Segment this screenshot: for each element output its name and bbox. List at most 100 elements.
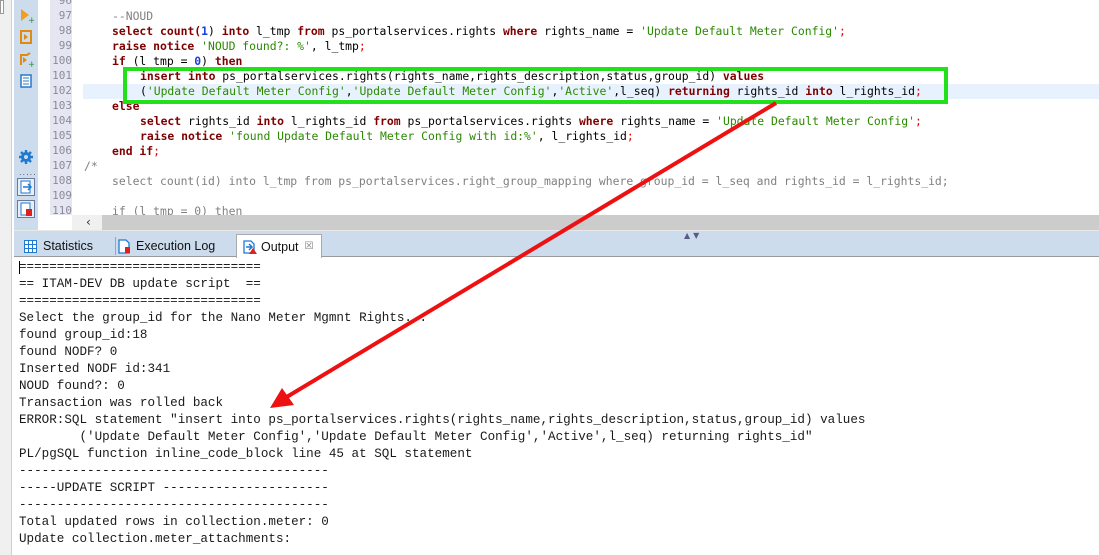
close-tab-icon[interactable]: ☒ xyxy=(305,241,314,252)
results-tab-bar: Statistics Execution Log Output ☒ ▲▼ xyxy=(14,230,1099,258)
token: ps_portalservices.rights(rights_name,rig… xyxy=(215,69,723,83)
line-number: 96 xyxy=(58,0,72,7)
code-line-101: insert into ps_portalservices.rights(rig… xyxy=(140,69,764,84)
tab-label: Execution Log xyxy=(136,239,216,253)
output-line: Update collection.meter_attachments: xyxy=(19,532,292,546)
token: from xyxy=(297,24,325,38)
token: returning xyxy=(668,84,730,98)
output-line: == ITAM-DEV DB update script == xyxy=(19,277,261,291)
token: (l_tmp = xyxy=(125,54,195,68)
token: l_tmp xyxy=(249,24,298,38)
table-icon xyxy=(24,239,37,253)
token: where xyxy=(502,24,538,38)
output-line: Transaction was rolled back xyxy=(19,396,224,410)
output-line: PL/pgSQL function inline_code_block line… xyxy=(19,447,473,461)
token: 'found Update Default Meter Config with … xyxy=(229,129,538,143)
panel-minmax-control[interactable]: ▲▼ xyxy=(684,231,702,240)
output-line: -----UPDATE SCRIPT ---------------------… xyxy=(19,481,329,495)
token: rights_id xyxy=(181,114,257,128)
explain-plan-icon[interactable] xyxy=(17,72,35,90)
code-line-107: /* xyxy=(84,159,98,173)
line-number: 103 xyxy=(52,99,72,112)
line-number: 99 xyxy=(58,39,72,52)
line-number: 107 xyxy=(52,159,72,172)
tab-label: Output xyxy=(261,239,299,254)
token: , xyxy=(345,84,353,98)
maximize-panel-icon[interactable]: ▲ xyxy=(684,231,693,240)
settings-gear-icon[interactable] xyxy=(17,148,35,166)
export-output-icon[interactable] xyxy=(17,178,35,196)
tab-statistics[interactable]: Statistics xyxy=(20,235,116,257)
token: rights_name = xyxy=(613,114,717,128)
output-line: NOUD found?: 0 xyxy=(19,379,125,393)
output-line: ----------------------------------------… xyxy=(19,464,329,478)
token: 'NOUD found?: %' xyxy=(201,39,311,53)
error-line: ('Update Default Meter Config','Update D… xyxy=(19,430,813,444)
execute-script-icon[interactable] xyxy=(17,28,35,46)
token: ; xyxy=(914,84,922,98)
token: raise notice xyxy=(140,129,223,143)
token: select xyxy=(140,114,182,128)
line-number: 97 xyxy=(58,9,72,22)
output-line: Select the group_id for the Nano Meter M… xyxy=(19,311,428,325)
code-line-106: end if; xyxy=(112,144,160,159)
output-line: ================================ xyxy=(19,294,261,308)
minimize-panel-icon[interactable]: ▼ xyxy=(693,231,702,240)
token: 1 xyxy=(201,24,209,38)
execute-statement-icon[interactable]: + xyxy=(17,6,35,24)
output-line: found group_id:18 xyxy=(19,328,148,342)
output-line: ================================ xyxy=(19,260,261,274)
token: count( xyxy=(153,24,202,38)
token: ) xyxy=(208,24,222,38)
token: ,l_seq) xyxy=(613,84,669,98)
show-errors-icon[interactable] xyxy=(17,200,35,218)
token: ) xyxy=(201,54,215,68)
code-line-105: raise notice 'found Update Default Meter… xyxy=(140,129,634,144)
sql-editor[interactable]: --NOUD select count(1) into l_tmp from p… xyxy=(72,0,1099,215)
panel-handle[interactable] xyxy=(0,0,4,14)
token: ; xyxy=(914,114,922,128)
token: ; xyxy=(153,144,161,158)
output-line: Total updated rows in collection.meter: … xyxy=(19,515,329,529)
tab-execution-log[interactable]: Execution Log xyxy=(116,235,236,257)
scroll-left-arrow-icon[interactable]: ‹ xyxy=(86,215,98,230)
code-line-110: if (l_tmp = 0) then xyxy=(112,204,243,215)
token: 'Update Default Meter Config' xyxy=(146,84,346,98)
left-panel-edge xyxy=(0,0,12,555)
svg-text:+: + xyxy=(28,16,34,23)
code-line-99: raise notice 'NOUD found?: %', l_tmp; xyxy=(112,39,366,54)
log-error-icon xyxy=(118,238,131,254)
token: ps_portalservices.rights xyxy=(400,114,579,128)
horizontal-scrollbar[interactable]: ‹ xyxy=(72,215,1099,230)
editor-side-toolbar: + + ..... xyxy=(14,0,38,230)
line-number: 106 xyxy=(52,144,72,157)
line-number: 98 xyxy=(58,24,72,37)
line-number: 110 xyxy=(52,204,72,217)
token: ( xyxy=(140,84,147,98)
token: ps_portalservices.rights xyxy=(324,24,503,38)
code-line-97: --NOUD xyxy=(112,9,154,23)
output-icon xyxy=(243,239,257,254)
line-number: 109 xyxy=(52,189,72,202)
token: values xyxy=(722,69,765,83)
token: where xyxy=(578,114,614,128)
execute-new-tab-icon[interactable]: + xyxy=(17,50,35,68)
code-line-104: select rights_id into l_rights_id from p… xyxy=(140,114,922,129)
token: ; xyxy=(626,129,634,143)
output-line: ----------------------------------------… xyxy=(19,498,329,512)
token: 'Update Default Meter Config' xyxy=(640,24,839,38)
output-console[interactable]: ================================ == ITAM… xyxy=(14,258,1099,555)
output-line: found NODF? 0 xyxy=(19,345,118,359)
token: l_rights_id xyxy=(284,114,374,128)
token: if xyxy=(112,54,126,68)
tab-output[interactable]: Output ☒ xyxy=(236,234,322,258)
token: into xyxy=(805,84,833,98)
svg-text:+: + xyxy=(28,60,34,67)
line-number: 100 xyxy=(52,54,72,67)
code-line-98: select count(1) into l_tmp from ps_porta… xyxy=(112,24,846,39)
tab-label: Statistics xyxy=(43,239,94,253)
token: 'Update Default Meter Config' xyxy=(716,114,915,128)
code-line-100: if (l_tmp = 0) then xyxy=(112,54,242,69)
error-line: ERROR:SQL statement "insert into ps_port… xyxy=(19,413,866,427)
token: into xyxy=(256,114,285,128)
